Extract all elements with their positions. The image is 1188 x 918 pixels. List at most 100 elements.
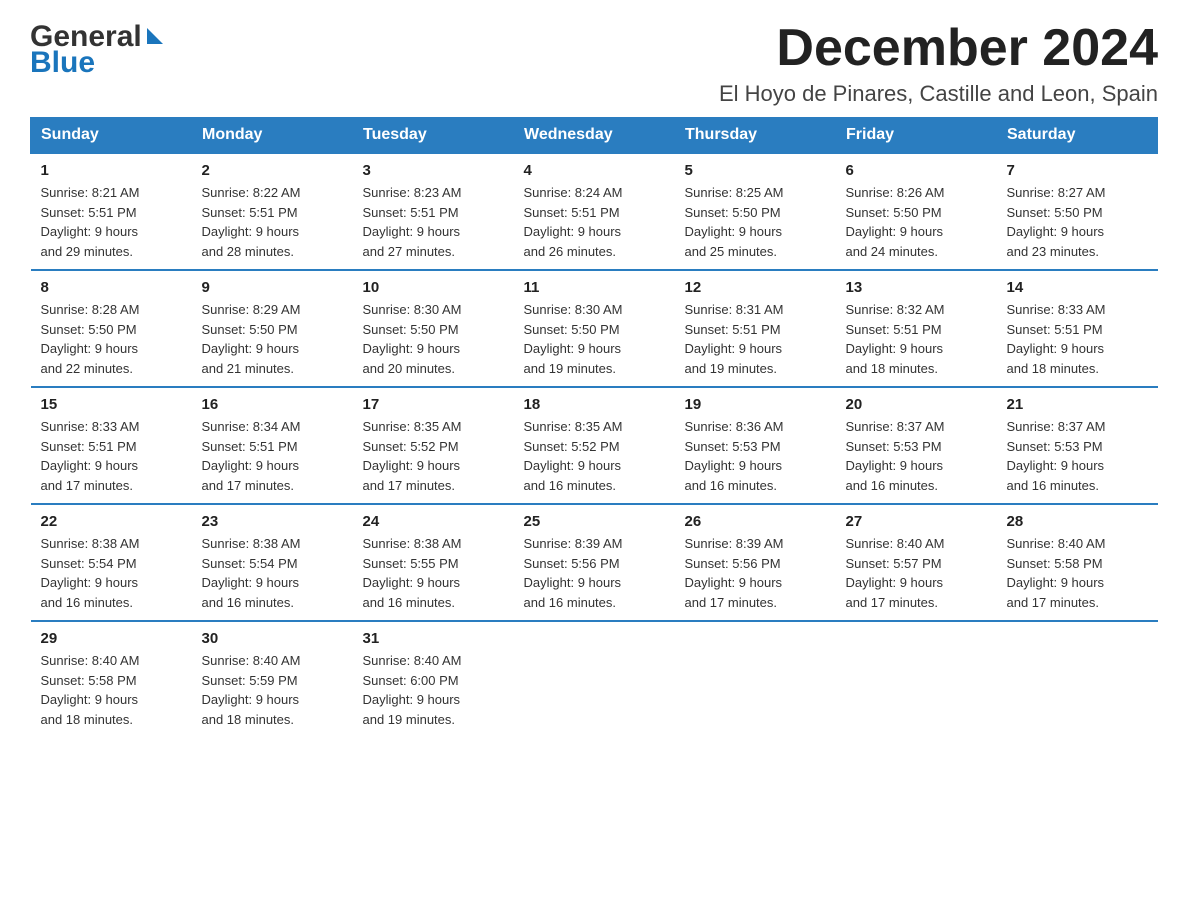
- table-row: 6Sunrise: 8:26 AM Sunset: 5:50 PM Daylig…: [836, 153, 997, 270]
- day-number: 1: [41, 162, 182, 179]
- table-row: 3 Sunrise: 8:23 AM Sunset: 5:51 PM Daylig…: [353, 153, 514, 270]
- header: General Blue December 2024 El Hoyo de Pi…: [30, 20, 1158, 107]
- day-info: Sunrise: 8:35 AM Sunset: 5:52 PM Dayligh…: [524, 417, 665, 495]
- day-number: 25: [524, 513, 665, 530]
- table-row: [997, 621, 1158, 737]
- table-row: 31Sunrise: 8:40 AM Sunset: 6:00 PM Dayli…: [353, 621, 514, 737]
- day-info: Sunrise: 8:24 AM Sunset: 5:51 PM Dayligh…: [524, 183, 665, 261]
- table-row: 13 Sunrise: 8:32 AM Sunset: 5:51 PM Dayli…: [836, 270, 997, 387]
- day-number: 6: [846, 162, 987, 179]
- day-number: 24: [363, 513, 504, 530]
- table-row: 19 Sunrise: 8:36 AM Sunset: 5:53 PM Dayli…: [675, 387, 836, 504]
- table-row: 14 Sunrise: 8:33 AM Sunset: 5:51 PM Dayli…: [997, 270, 1158, 387]
- day-number: 27: [846, 513, 987, 530]
- table-row: [675, 621, 836, 737]
- table-row: 23 Sunrise: 8:38 AM Sunset: 5:54 PM Dayli…: [192, 504, 353, 621]
- table-row: 25Sunrise: 8:39 AM Sunset: 5:56 PM Dayli…: [514, 504, 675, 621]
- table-row: 18 Sunrise: 8:35 AM Sunset: 5:52 PM Dayli…: [514, 387, 675, 504]
- day-number: 14: [1007, 279, 1148, 296]
- logo-blue-text: Blue: [30, 46, 95, 80]
- calendar-week-row: 29 Sunrise: 8:40 AM Sunset: 5:58 PM Dayli…: [31, 621, 1158, 737]
- day-info: Sunrise: 8:40 AM Sunset: 5:58 PM Dayligh…: [41, 651, 182, 729]
- table-row: 27 Sunrise: 8:40 AM Sunset: 5:57 PM Dayli…: [836, 504, 997, 621]
- day-info: Sunrise: 8:33 AM Sunset: 5:51 PM Dayligh…: [1007, 300, 1148, 378]
- day-info: Sunrise: 8:37 AM Sunset: 5:53 PM Dayligh…: [846, 417, 987, 495]
- logo-arrow-icon: [145, 26, 167, 48]
- day-number: 3: [363, 162, 504, 179]
- table-row: 20Sunrise: 8:37 AM Sunset: 5:53 PM Dayli…: [836, 387, 997, 504]
- col-saturday: Saturday: [997, 118, 1158, 154]
- day-info: Sunrise: 8:37 AM Sunset: 5:53 PM Dayligh…: [1007, 417, 1148, 495]
- table-row: 28 Sunrise: 8:40 AM Sunset: 5:58 PM Dayli…: [997, 504, 1158, 621]
- month-title: December 2024: [719, 20, 1158, 77]
- day-number: 21: [1007, 396, 1148, 413]
- table-row: 9Sunrise: 8:29 AM Sunset: 5:50 PM Daylig…: [192, 270, 353, 387]
- day-number: 4: [524, 162, 665, 179]
- calendar-week-row: 15Sunrise: 8:33 AM Sunset: 5:51 PM Dayli…: [31, 387, 1158, 504]
- col-friday: Friday: [836, 118, 997, 154]
- location-title: El Hoyo de Pinares, Castille and Leon, S…: [719, 81, 1158, 107]
- day-info: Sunrise: 8:32 AM Sunset: 5:51 PM Dayligh…: [846, 300, 987, 378]
- title-area: December 2024 El Hoyo de Pinares, Castil…: [719, 20, 1158, 107]
- day-number: 13: [846, 279, 987, 296]
- day-number: 18: [524, 396, 665, 413]
- day-info: Sunrise: 8:27 AM Sunset: 5:50 PM Dayligh…: [1007, 183, 1148, 261]
- day-number: 9: [202, 279, 343, 296]
- day-number: 19: [685, 396, 826, 413]
- table-row: 11 Sunrise: 8:30 AM Sunset: 5:50 PM Dayli…: [514, 270, 675, 387]
- calendar-header-row: Sunday Monday Tuesday Wednesday Thursday…: [31, 118, 1158, 154]
- day-number: 28: [1007, 513, 1148, 530]
- table-row: [514, 621, 675, 737]
- table-row: [836, 621, 997, 737]
- table-row: 24 Sunrise: 8:38 AM Sunset: 5:55 PM Dayli…: [353, 504, 514, 621]
- day-info: Sunrise: 8:25 AM Sunset: 5:50 PM Dayligh…: [685, 183, 826, 261]
- col-monday: Monday: [192, 118, 353, 154]
- table-row: 4 Sunrise: 8:24 AM Sunset: 5:51 PM Daylig…: [514, 153, 675, 270]
- day-info: Sunrise: 8:40 AM Sunset: 6:00 PM Dayligh…: [363, 651, 504, 729]
- day-number: 15: [41, 396, 182, 413]
- logo-area: General Blue: [30, 20, 167, 80]
- col-tuesday: Tuesday: [353, 118, 514, 154]
- day-number: 22: [41, 513, 182, 530]
- day-info: Sunrise: 8:23 AM Sunset: 5:51 PM Dayligh…: [363, 183, 504, 261]
- table-row: 2 Sunrise: 8:22 AM Sunset: 5:51 PM Daylig…: [192, 153, 353, 270]
- day-number: 17: [363, 396, 504, 413]
- day-number: 11: [524, 279, 665, 296]
- day-number: 5: [685, 162, 826, 179]
- table-row: 29 Sunrise: 8:40 AM Sunset: 5:58 PM Dayli…: [31, 621, 192, 737]
- day-number: 10: [363, 279, 504, 296]
- col-sunday: Sunday: [31, 118, 192, 154]
- table-row: 30Sunrise: 8:40 AM Sunset: 5:59 PM Dayli…: [192, 621, 353, 737]
- day-info: Sunrise: 8:40 AM Sunset: 5:58 PM Dayligh…: [1007, 534, 1148, 612]
- day-number: 29: [41, 630, 182, 647]
- table-row: 1 Sunrise: 8:21 AM Sunset: 5:51 PM Daylig…: [31, 153, 192, 270]
- col-thursday: Thursday: [675, 118, 836, 154]
- day-info: Sunrise: 8:40 AM Sunset: 5:57 PM Dayligh…: [846, 534, 987, 612]
- day-number: 7: [1007, 162, 1148, 179]
- calendar-week-row: 22 Sunrise: 8:38 AM Sunset: 5:54 PM Dayli…: [31, 504, 1158, 621]
- table-row: 26Sunrise: 8:39 AM Sunset: 5:56 PM Dayli…: [675, 504, 836, 621]
- table-row: 5 Sunrise: 8:25 AM Sunset: 5:50 PM Daylig…: [675, 153, 836, 270]
- day-info: Sunrise: 8:30 AM Sunset: 5:50 PM Dayligh…: [524, 300, 665, 378]
- table-row: 21 Sunrise: 8:37 AM Sunset: 5:53 PM Dayli…: [997, 387, 1158, 504]
- table-row: 10 Sunrise: 8:30 AM Sunset: 5:50 PM Dayli…: [353, 270, 514, 387]
- day-number: 2: [202, 162, 343, 179]
- day-info: Sunrise: 8:38 AM Sunset: 5:54 PM Dayligh…: [41, 534, 182, 612]
- day-info: Sunrise: 8:36 AM Sunset: 5:53 PM Dayligh…: [685, 417, 826, 495]
- col-wednesday: Wednesday: [514, 118, 675, 154]
- day-info: Sunrise: 8:30 AM Sunset: 5:50 PM Dayligh…: [363, 300, 504, 378]
- table-row: 8Sunrise: 8:28 AM Sunset: 5:50 PM Daylig…: [31, 270, 192, 387]
- day-number: 23: [202, 513, 343, 530]
- day-info: Sunrise: 8:21 AM Sunset: 5:51 PM Dayligh…: [41, 183, 182, 261]
- calendar-week-row: 8Sunrise: 8:28 AM Sunset: 5:50 PM Daylig…: [31, 270, 1158, 387]
- table-row: 7 Sunrise: 8:27 AM Sunset: 5:50 PM Daylig…: [997, 153, 1158, 270]
- day-number: 16: [202, 396, 343, 413]
- table-row: 16Sunrise: 8:34 AM Sunset: 5:51 PM Dayli…: [192, 387, 353, 504]
- calendar-table: Sunday Monday Tuesday Wednesday Thursday…: [30, 117, 1158, 737]
- day-info: Sunrise: 8:22 AM Sunset: 5:51 PM Dayligh…: [202, 183, 343, 261]
- day-info: Sunrise: 8:38 AM Sunset: 5:54 PM Dayligh…: [202, 534, 343, 612]
- day-info: Sunrise: 8:31 AM Sunset: 5:51 PM Dayligh…: [685, 300, 826, 378]
- day-info: Sunrise: 8:40 AM Sunset: 5:59 PM Dayligh…: [202, 651, 343, 729]
- day-info: Sunrise: 8:38 AM Sunset: 5:55 PM Dayligh…: [363, 534, 504, 612]
- page-container: General Blue December 2024 El Hoyo de Pi…: [30, 20, 1158, 737]
